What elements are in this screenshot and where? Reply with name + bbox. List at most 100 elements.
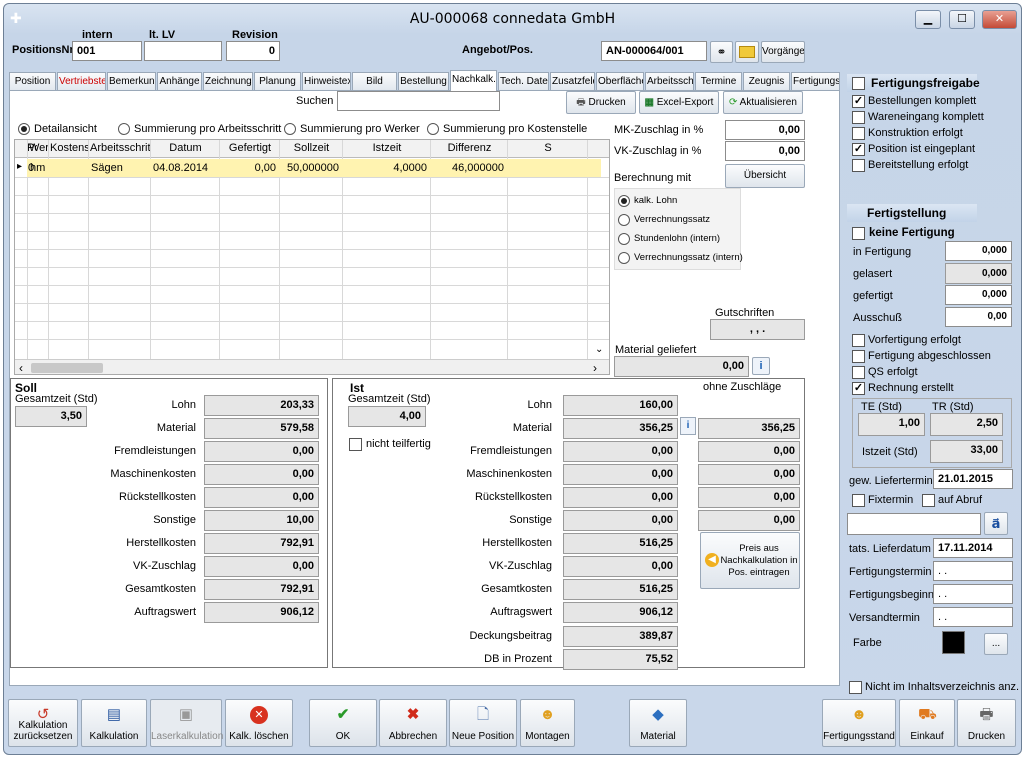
tab-16[interactable]: Zeugnis xyxy=(743,72,790,90)
tab-17[interactable]: Fertigungs xyxy=(791,72,840,90)
mk-zuschlag-field[interactable]: 0,00 xyxy=(725,120,805,140)
material-info-icon[interactable]: i xyxy=(680,417,696,435)
fertigstellung-checkbox[interactable]: ✓ xyxy=(852,382,865,395)
vertical-scroll-down-icon[interactable]: ⌄ xyxy=(595,344,603,355)
aktualisieren-button[interactable]: ⟳ Aktualisieren xyxy=(723,91,803,114)
berechnung-radio-3[interactable] xyxy=(618,233,630,245)
preis-eintragen-button[interactable]: ◀ Preis aus Nachkalkulation in Pos. eint… xyxy=(700,532,800,589)
fertigstellung-checkbox[interactable] xyxy=(852,350,865,363)
uebersicht-button[interactable]: Übersicht xyxy=(725,164,805,188)
folder-button[interactable] xyxy=(735,41,759,63)
data-grid[interactable]: PosWerkerKostenstelleArbeitsschrittDatum… xyxy=(14,139,610,375)
vk-zuschlag-field[interactable]: 0,00 xyxy=(725,141,805,161)
in-fertigung-field[interactable]: 0,000 xyxy=(945,241,1012,261)
scroll-thumb[interactable] xyxy=(31,363,103,373)
soll-row-value: 579,58 xyxy=(204,418,319,439)
nicht-teilfertig-checkbox[interactable] xyxy=(349,438,362,451)
tab-7[interactable]: Hinweistex xyxy=(302,72,351,90)
farbe-swatch[interactable] xyxy=(942,631,965,654)
freigabe-checkbox[interactable] xyxy=(852,127,865,140)
berechnung-radio-4[interactable] xyxy=(618,252,630,264)
tab-9[interactable]: Bestellung xyxy=(398,72,449,90)
freigabe-checkbox[interactable]: ✓ xyxy=(852,143,865,156)
minimize-button[interactable]: ▁ xyxy=(915,10,941,29)
fertigstellung-checkbox[interactable] xyxy=(852,366,865,379)
scroll-right-icon[interactable]: › xyxy=(593,361,597,374)
berechnung-radio-2[interactable] xyxy=(618,214,630,226)
grid-col-kostenstelle[interactable]: Kostenstelle xyxy=(50,142,88,154)
kalkulation-zuruecksetzen-button[interactable]: ↺ Kalkulation zurücksetzen xyxy=(8,699,78,747)
werker-radio[interactable] xyxy=(284,123,296,135)
tab-15[interactable]: Termine xyxy=(695,72,742,90)
tab-10[interactable]: Nachkalk. xyxy=(450,70,497,91)
tab-5[interactable]: Zeichnung xyxy=(203,72,253,90)
freigabe-checkbox[interactable] xyxy=(852,159,865,172)
fertigungstermin-field[interactable]: . . xyxy=(933,561,1013,581)
vorgaenge-button[interactable]: Vorgänge xyxy=(761,41,805,63)
neue-position-button[interactable]: 🗋 Neue Position xyxy=(449,699,517,747)
arbeitsschritt-radio[interactable] xyxy=(118,123,130,135)
berechnung-radio-1[interactable] xyxy=(618,195,630,207)
ok-button[interactable]: ✔ OK xyxy=(309,699,377,747)
freigabe-checkbox[interactable] xyxy=(852,111,865,124)
gefertigt-field[interactable]: 0,000 xyxy=(945,285,1012,305)
liefertermin-field[interactable]: 21.01.2015 xyxy=(933,469,1013,489)
kalkulation-button[interactable]: ▤ Kalkulation xyxy=(81,699,147,747)
grid-col-s[interactable]: S xyxy=(509,142,587,154)
link-button[interactable]: ⚭ xyxy=(710,41,733,63)
fertigungsfreigabe-checkbox[interactable] xyxy=(852,77,865,90)
material-button[interactable]: ◆ Material xyxy=(629,699,687,747)
drucken-bottom-button[interactable]: 🖶 Drucken xyxy=(957,699,1016,747)
info-icon[interactable]: i xyxy=(752,357,770,375)
maximize-button[interactable]: ☐ xyxy=(949,10,975,29)
tab-2[interactable]: Vertriebste xyxy=(57,72,106,90)
angebot-field[interactable]: AN-000064/001 xyxy=(601,41,707,61)
tab-13[interactable]: Oberfläche xyxy=(596,72,644,90)
font-button[interactable]: a⃗ xyxy=(984,512,1008,535)
grid-col-arbeitsschritt[interactable]: Arbeitsschritt xyxy=(90,142,150,154)
grid-col-gefertigt[interactable]: Gefertigt xyxy=(221,142,279,154)
material-geliefert-label: Material geliefert xyxy=(615,344,697,356)
keine-fertigung-checkbox[interactable] xyxy=(852,227,865,240)
ltlv-field[interactable] xyxy=(144,41,222,61)
freigabe-checkbox[interactable]: ✓ xyxy=(852,95,865,108)
grid-col-istzeit[interactable]: Istzeit xyxy=(344,142,430,154)
fertigungsstand-button[interactable]: ☻ Fertigungsstand xyxy=(822,699,896,747)
detailansicht-radio[interactable] xyxy=(18,123,30,135)
einkauf-button[interactable]: ⛟ Einkauf xyxy=(899,699,955,747)
tab-6[interactable]: Planung xyxy=(254,72,301,90)
scroll-left-icon[interactable]: ‹ xyxy=(19,361,23,374)
tab-8[interactable]: Bild xyxy=(352,72,397,90)
aufabruf-checkbox[interactable] xyxy=(922,494,935,507)
inhaltsverzeichnis-checkbox[interactable] xyxy=(849,681,862,694)
versandtermin-field[interactable]: . . xyxy=(933,607,1013,627)
drucken-button[interactable]: 🖶 Drucken xyxy=(566,91,636,114)
tab-3[interactable]: Bemerkun xyxy=(107,72,156,90)
revision-field[interactable]: 0 xyxy=(226,41,280,61)
tab-4[interactable]: Anhänge xyxy=(157,72,202,90)
kalk-loeschen-button[interactable]: ✕ Kalk. löschen xyxy=(225,699,293,747)
kostenstelle-radio[interactable] xyxy=(427,123,439,135)
tab-1[interactable]: Position xyxy=(9,72,56,90)
grid-col-differenz[interactable]: Differenz xyxy=(432,142,507,154)
freitext-field[interactable] xyxy=(847,513,981,535)
farbe-button[interactable]: ... xyxy=(984,633,1008,655)
horizontal-scrollbar[interactable]: ‹ › xyxy=(15,359,609,374)
positionsnr-field[interactable]: 001 xyxy=(72,41,142,61)
close-button[interactable]: ✕ xyxy=(982,10,1017,29)
excel-export-button[interactable]: ▦ Excel-Export xyxy=(639,91,719,114)
abbrechen-button[interactable]: ✖ Abbrechen xyxy=(379,699,447,747)
grid-col-werker[interactable]: Werker xyxy=(29,142,48,154)
tats-lieferdatum-field[interactable]: 17.11.2014 xyxy=(933,538,1013,558)
tab-12[interactable]: Zusatzfeld xyxy=(550,72,595,90)
grid-col-datum[interactable]: Datum xyxy=(152,142,219,154)
fixtermin-checkbox[interactable] xyxy=(852,494,865,507)
search-input[interactable] xyxy=(337,91,500,111)
fertigstellung-checkbox[interactable] xyxy=(852,334,865,347)
tab-14[interactable]: Arbeitssch xyxy=(645,72,694,90)
grid-col-sollzeit[interactable]: Sollzeit xyxy=(281,142,342,154)
fertigungsbeginn-field[interactable]: . . xyxy=(933,584,1013,604)
ausschuss-field[interactable]: 0,00 xyxy=(945,307,1012,327)
montagen-button[interactable]: ☻ Montagen xyxy=(520,699,575,747)
tab-11[interactable]: Tech. Date xyxy=(498,72,549,90)
